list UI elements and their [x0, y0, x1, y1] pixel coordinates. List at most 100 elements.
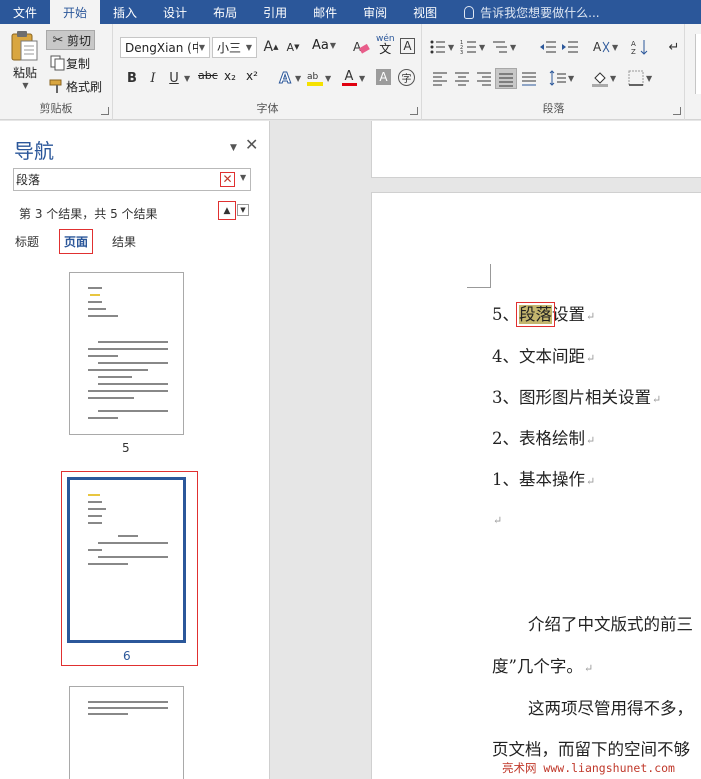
font-color-glyph: A [344, 69, 354, 84]
chevron-down-icon: ▼ [610, 73, 617, 83]
tab-headings[interactable]: 标题 [15, 233, 39, 250]
tab-design[interactable]: 设计 [150, 0, 200, 24]
pilcrow-icon: ↵ [668, 39, 680, 55]
align-center-icon [455, 72, 469, 86]
page-thumbnail-6[interactable] [67, 477, 186, 643]
nav-pane-title: 导航 [14, 139, 54, 163]
chevron-down-icon: ▼ [184, 73, 191, 83]
show-marks-button[interactable]: ↵ [665, 38, 683, 56]
character-border-button[interactable]: A [400, 38, 415, 54]
borders-button[interactable]: ▼ [627, 69, 652, 87]
doc-line-4[interactable]: 2、表格绘制↵ [492, 425, 595, 449]
tab-mailings[interactable]: 邮件 [300, 0, 350, 24]
clear-format-button[interactable]: A [352, 38, 370, 56]
text-effects-button[interactable]: A ▼ [276, 69, 301, 88]
underline-button[interactable]: U ▼ [165, 69, 190, 87]
doc-line-3[interactable]: 3、图形图片相关设置↵ [492, 384, 661, 408]
bold-icon: B [127, 70, 137, 86]
doc-line-1[interactable]: 5、段落设置↵ [492, 301, 595, 327]
align-left-icon [433, 72, 447, 86]
chevron-down-icon: ▼ [479, 42, 486, 52]
align-center-button[interactable] [453, 69, 471, 87]
character-shading-button[interactable]: A [376, 69, 391, 85]
navigation-pane: 导航 ▼ ✕ ✕ ▼ 第 3 个结果，共 5 个结果 ▲ ▼ 标题 页面 结果 … [0, 121, 270, 779]
styles-gallery-edge[interactable] [695, 34, 701, 94]
paragraph-mark-icon: ↵ [652, 393, 662, 406]
body-text-line-4[interactable]: 页文档，而留下的空间不够 [492, 736, 690, 760]
format-painter-button[interactable]: 格式刷 [48, 76, 102, 96]
superscript-icon: x² [246, 69, 258, 83]
chinese-layout-button[interactable]: A ▼ [593, 38, 618, 56]
body-text: 度”几个字。 [492, 657, 583, 676]
dialog-launcher-icon[interactable] [410, 107, 418, 115]
tab-pages[interactable]: 页面 [59, 229, 94, 254]
doc-empty-line[interactable]: ↵ [492, 509, 502, 528]
body-text-line-3[interactable]: 这两项尽管用得不多， [528, 695, 693, 719]
bullets-button[interactable]: ▼ [429, 38, 454, 56]
paste-button[interactable]: 粘贴 ▼ [6, 30, 44, 90]
font-name-combo[interactable]: DengXian (中 ▼ [120, 37, 210, 58]
document-area: 5、段落设置↵ 4、文本间距↵ 3、图形图片相关设置↵ 2、表格绘制↵ 1、基本… [271, 121, 701, 779]
bold-button[interactable]: B [123, 69, 141, 87]
grow-font-glyph: A [263, 39, 274, 55]
decrease-indent-button[interactable] [539, 38, 557, 56]
italic-button[interactable]: I [144, 69, 162, 87]
increase-indent-button[interactable] [561, 38, 579, 56]
subscript-button[interactable]: x₂ [224, 69, 236, 83]
triangle-up-icon: ▲ [223, 205, 231, 216]
previous-result-button[interactable]: ▲ [218, 201, 236, 220]
grow-font-button[interactable]: A ▲ [262, 38, 280, 56]
tab-home[interactable]: 开始 [50, 0, 101, 24]
document-page[interactable]: 5、段落设置↵ 4、文本间距↵ 3、图形图片相关设置↵ 2、表格绘制↵ 1、基本… [371, 192, 701, 779]
change-case-button[interactable]: Aa ▼ [312, 38, 336, 53]
dialog-launcher-icon[interactable] [673, 107, 681, 115]
align-right-button[interactable] [475, 69, 493, 87]
next-result-button[interactable]: ▼ [237, 204, 249, 216]
clear-search-icon[interactable]: ✕ [220, 172, 235, 187]
dialog-launcher-icon[interactable] [101, 107, 109, 115]
chevron-down-icon[interactable]: ▼ [240, 173, 246, 182]
cut-button[interactable]: ✂ 剪切 [46, 30, 96, 50]
align-left-button[interactable] [431, 69, 449, 87]
sort-button[interactable]: AZ [631, 38, 649, 56]
multilevel-list-button[interactable]: ▼ [491, 38, 516, 56]
doc-line-5[interactable]: 1、基本操作↵ [492, 466, 595, 490]
tab-results[interactable]: 结果 [112, 233, 136, 250]
body-text-line-1[interactable]: 介绍了中文版式的前三 [528, 611, 693, 635]
copy-button[interactable]: 复制 [48, 53, 90, 73]
doc-line-2[interactable]: 4、文本间距↵ [492, 343, 595, 367]
numbering-button[interactable]: 123 ▼ [460, 38, 485, 56]
paragraph-mark-icon: ↵ [586, 475, 596, 488]
tab-insert[interactable]: 插入 [100, 0, 150, 24]
tab-file[interactable]: 文件 [0, 0, 50, 24]
page-thumbnail-5[interactable] [69, 272, 184, 435]
strikethrough-button[interactable]: abc [198, 69, 218, 82]
clipboard-group-label: 剪贴板 [39, 102, 73, 115]
chevron-down-icon: ▼ [510, 42, 517, 52]
shading-button[interactable]: ▼ [591, 69, 616, 87]
phonetic-glyph: 文 [379, 42, 392, 56]
superscript-button[interactable]: x² [246, 69, 258, 83]
tab-view[interactable]: 视图 [400, 0, 450, 24]
distributed-button[interactable] [520, 69, 538, 87]
tab-layout[interactable]: 布局 [200, 0, 250, 24]
justify-button[interactable] [495, 68, 517, 89]
tell-me-box[interactable]: 告诉我您想要做什么... [450, 0, 600, 24]
nav-search-input[interactable] [16, 171, 216, 188]
enclose-characters-button[interactable]: 字 [398, 69, 415, 86]
font-color-button[interactable]: A ▼ [340, 69, 365, 87]
tab-review[interactable]: 审阅 [350, 0, 400, 24]
chevron-down-icon[interactable]: ▼ [230, 143, 237, 153]
close-icon[interactable]: ✕ [245, 135, 258, 154]
body-text-line-2[interactable]: 度”几个字。↵ [492, 653, 593, 677]
page-thumbnail-7[interactable] [69, 686, 184, 779]
font-size-combo[interactable]: 小三 ▼ [212, 37, 257, 58]
ribbon: 粘贴 ▼ ✂ 剪切 复制 格式刷 剪贴板 DengXian (中 ▼ 小三 ▼ … [0, 24, 701, 120]
tab-references[interactable]: 引用 [250, 0, 300, 24]
chevron-down-icon: ▼ [448, 42, 455, 52]
phonetic-guide-button[interactable]: wén 文 [376, 34, 395, 56]
line-spacing-button[interactable]: ▼ [549, 69, 574, 87]
multilevel-list-icon [493, 41, 507, 53]
highlight-button[interactable]: ab ▼ [306, 69, 331, 87]
shrink-font-button[interactable]: A ▼ [284, 38, 302, 56]
